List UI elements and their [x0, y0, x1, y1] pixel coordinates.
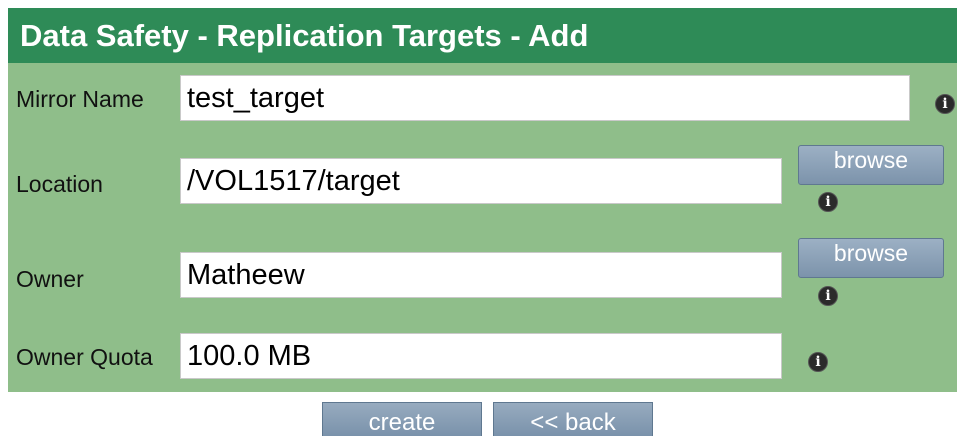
page-title: Data Safety - Replication Targets - Add: [8, 8, 957, 63]
owner-quota-input[interactable]: 100.0 MB: [180, 333, 782, 379]
location-input[interactable]: /VOL1517/target: [180, 158, 782, 204]
location-label: Location: [16, 171, 103, 197]
owner-browse-button[interactable]: browse: [798, 238, 944, 278]
location-browse-button[interactable]: browse: [798, 145, 944, 185]
back-button[interactable]: << back: [493, 402, 653, 436]
mirror-name-info-icon[interactable]: i: [935, 94, 955, 114]
owner-info-icon[interactable]: i: [818, 286, 838, 306]
owner-quota-info-icon[interactable]: i: [808, 352, 828, 372]
mirror-name-input[interactable]: test_target: [180, 75, 910, 121]
owner-label: Owner: [16, 266, 84, 292]
create-button[interactable]: create: [322, 402, 482, 436]
owner-quota-label: Owner Quota: [16, 344, 153, 370]
owner-input[interactable]: Matheew: [180, 252, 782, 298]
mirror-name-label: Mirror Name: [16, 86, 144, 112]
location-info-icon[interactable]: i: [818, 192, 838, 212]
